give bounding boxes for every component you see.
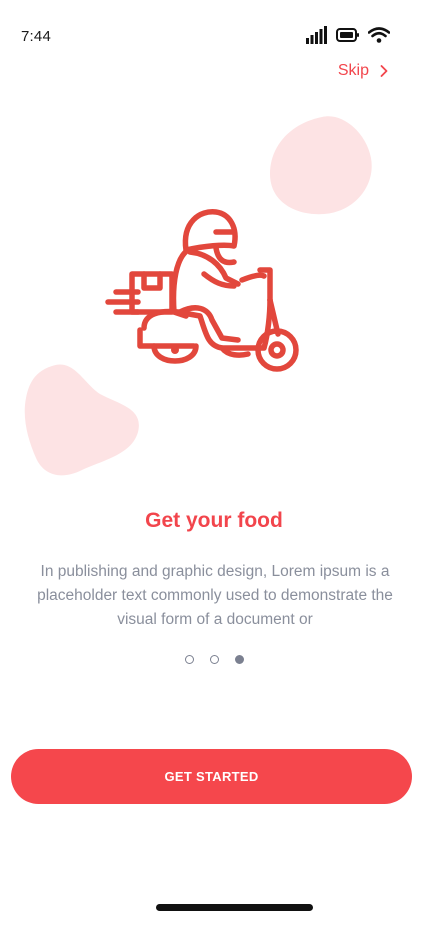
- status-time: 7:44: [21, 28, 51, 45]
- home-indicator: [156, 904, 313, 911]
- battery-icon: [336, 28, 359, 42]
- get-started-button[interactable]: GET STARTED: [11, 749, 412, 804]
- skip-button[interactable]: Skip: [338, 62, 388, 80]
- onboarding-title: Get your food: [145, 509, 283, 532]
- page-dot-2[interactable]: [209, 655, 219, 664]
- onboarding-screen: 7:44 Skip Get your food In publishing an…: [0, 0, 428, 926]
- chevron-right-icon: [380, 65, 388, 77]
- page-indicator: [0, 655, 428, 664]
- status-icons: [306, 26, 390, 44]
- decorative-blob-top: [270, 116, 372, 215]
- decorative-blob-bottom: [24, 364, 139, 476]
- onboarding-description: In publishing and graphic design, Lorem …: [37, 563, 393, 628]
- delivery-scooter-icon: [105, 209, 299, 372]
- wifi-icon: [368, 27, 390, 43]
- signal-icon: [306, 26, 327, 44]
- page-dot-1[interactable]: [184, 655, 194, 664]
- page-dot-3[interactable]: [234, 655, 244, 664]
- skip-label: Skip: [337, 62, 369, 79]
